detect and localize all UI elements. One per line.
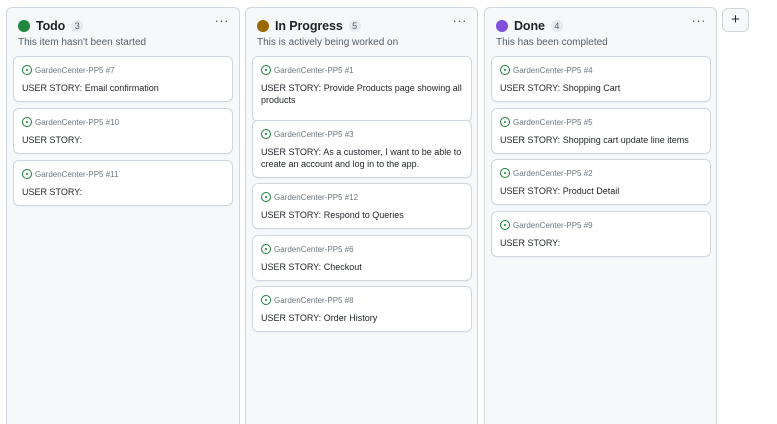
card-repo-label: GardenCenter-PP5 #1	[274, 65, 354, 75]
issue-card[interactable]: GardenCenter-PP5 #10 USER STORY:	[13, 108, 233, 154]
card-repo-label: GardenCenter-PP5 #10	[35, 117, 120, 127]
card-title[interactable]: USER STORY: Checkout	[261, 261, 463, 273]
issue-card[interactable]: GardenCenter-PP5 #6 USER STORY: Checkout	[252, 235, 472, 281]
column-description: This has been completed	[496, 37, 608, 48]
status-dot-icon	[18, 20, 30, 32]
issue-open-icon	[500, 220, 510, 230]
column-title: In Progress	[275, 19, 343, 33]
card-repo-label: GardenCenter-PP5 #9	[513, 220, 593, 230]
column-header: In Progress 5 ···	[257, 14, 469, 36]
card-repo-label: GardenCenter-PP5 #12	[274, 192, 359, 202]
card-repo-label: GardenCenter-PP5 #3	[274, 129, 354, 139]
card-title[interactable]: USER STORY: As a customer, I want to be …	[261, 146, 463, 170]
card-title[interactable]: USER STORY: Product Detail	[500, 185, 702, 197]
issue-card[interactable]: GardenCenter-PP5 #9 USER STORY:	[491, 211, 711, 257]
card-repo-label: GardenCenter-PP5 #7	[35, 65, 115, 75]
card-title[interactable]: USER STORY:	[22, 186, 224, 198]
issue-open-icon	[261, 244, 271, 254]
plus-icon: +	[731, 11, 740, 28]
issue-open-icon	[261, 129, 271, 139]
column-in-progress: In Progress 5 ··· This is actively being…	[245, 7, 478, 424]
issue-open-icon	[261, 192, 271, 202]
add-column-button[interactable]: +	[722, 8, 749, 32]
column-title: Todo	[36, 19, 66, 33]
issue-open-icon	[22, 169, 32, 179]
issue-open-icon	[261, 295, 271, 305]
issue-open-icon	[500, 65, 510, 75]
item-count-badge: 3	[71, 20, 84, 32]
status-dot-icon	[257, 20, 269, 32]
card-repo-label: GardenCenter-PP5 #5	[513, 117, 593, 127]
item-count-badge: 4	[550, 20, 563, 32]
project-board: Todo 3 ··· This item hasn't been started…	[0, 0, 777, 424]
column-todo: Todo 3 ··· This item hasn't been started…	[6, 7, 240, 424]
item-count-badge: 5	[348, 20, 361, 32]
issue-card[interactable]: GardenCenter-PP5 #11 USER STORY:	[13, 160, 233, 206]
issue-card[interactable]: GardenCenter-PP5 #12 USER STORY: Respond…	[252, 183, 472, 229]
card-title[interactable]: USER STORY:	[500, 237, 702, 249]
ellipsis-icon[interactable]: ···	[453, 14, 468, 28]
ellipsis-icon[interactable]: ···	[215, 14, 230, 28]
card-repo-label: GardenCenter-PP5 #4	[513, 65, 593, 75]
card-repo-label: GardenCenter-PP5 #2	[513, 168, 593, 178]
column-header: Todo 3 ···	[18, 14, 231, 36]
column-description: This item hasn't been started	[18, 37, 147, 48]
card-repo-label: GardenCenter-PP5 #11	[35, 169, 119, 179]
card-repo-label: GardenCenter-PP5 #8	[274, 295, 354, 305]
column-header: Done 4 ···	[496, 14, 708, 36]
column-done: Done 4 ··· This has been completed Garde…	[484, 7, 717, 424]
issue-card[interactable]: GardenCenter-PP5 #3 USER STORY: As a cus…	[252, 120, 472, 178]
card-title[interactable]: USER STORY: Shopping Cart	[500, 82, 702, 94]
card-title[interactable]: USER STORY: Respond to Queries	[261, 209, 463, 221]
status-dot-icon	[496, 20, 508, 32]
issue-card[interactable]: GardenCenter-PP5 #1 USER STORY: Provide …	[252, 56, 472, 122]
card-title[interactable]: USER STORY: Email confirmation	[22, 82, 224, 94]
card-title[interactable]: USER STORY: Provide Products page showin…	[261, 82, 463, 106]
issue-card[interactable]: GardenCenter-PP5 #4 USER STORY: Shopping…	[491, 56, 711, 102]
column-description: This is actively being worked on	[257, 37, 399, 48]
card-repo-label: GardenCenter-PP5 #6	[274, 244, 354, 254]
issue-open-icon	[22, 65, 32, 75]
issue-card[interactable]: GardenCenter-PP5 #8 USER STORY: Order Hi…	[252, 286, 472, 332]
issue-card[interactable]: GardenCenter-PP5 #5 USER STORY: Shopping…	[491, 108, 711, 154]
card-title[interactable]: USER STORY: Order History	[261, 312, 463, 324]
issue-open-icon	[22, 117, 32, 127]
card-title[interactable]: USER STORY: Shopping cart update line it…	[500, 134, 702, 146]
issue-open-icon	[500, 168, 510, 178]
issue-card[interactable]: GardenCenter-PP5 #7 USER STORY: Email co…	[13, 56, 233, 102]
ellipsis-icon[interactable]: ···	[692, 14, 707, 28]
issue-open-icon	[500, 117, 510, 127]
card-title[interactable]: USER STORY:	[22, 134, 224, 146]
issue-card[interactable]: GardenCenter-PP5 #2 USER STORY: Product …	[491, 159, 711, 205]
column-title: Done	[514, 19, 545, 33]
issue-open-icon	[261, 65, 271, 75]
